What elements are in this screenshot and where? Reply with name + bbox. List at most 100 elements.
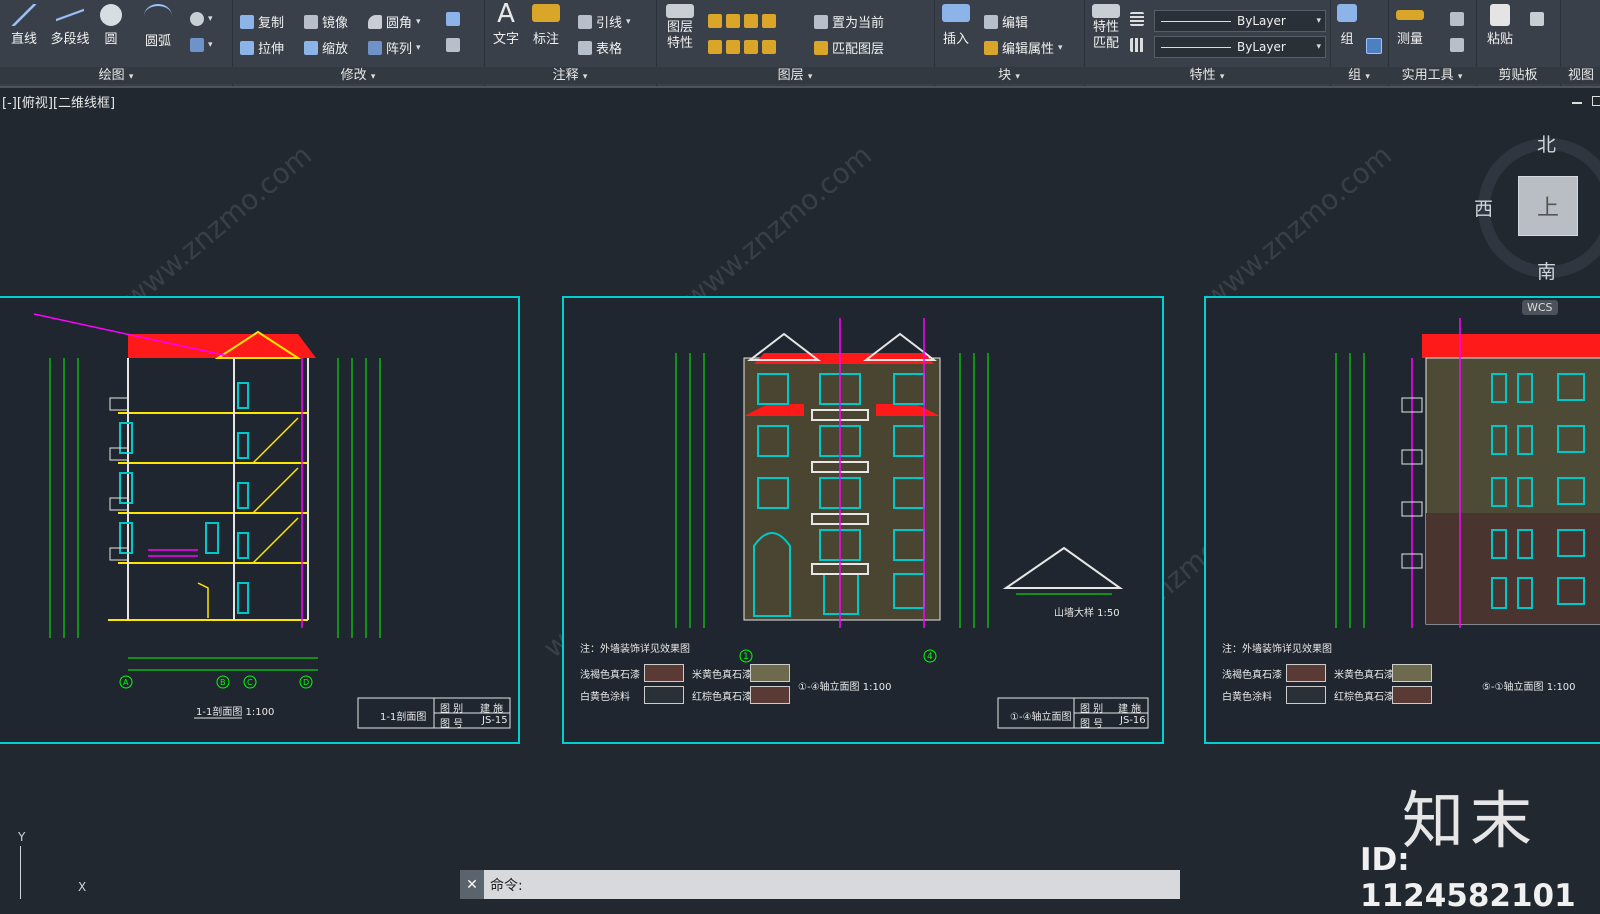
- insert-label: 插入: [942, 32, 969, 47]
- set-current-button[interactable]: 置为当前: [814, 12, 884, 31]
- utilities-panel: 测量 实用工具 ▾: [1388, 0, 1477, 86]
- insert-button[interactable]: 插入: [936, 4, 976, 47]
- drawing-sheet-elevation[interactable]: 1 4 注：外墙装饰详见效果图 浅褐色真石漆 米黄色真石漆 白黄色涂料 红棕色真石…: [562, 296, 1164, 744]
- match-layer-icon: [814, 40, 828, 55]
- mirror-icon: [304, 14, 318, 29]
- legend-swatch: [1392, 664, 1432, 682]
- viewport-controls[interactable]: [-][俯视][二维线框]: [2, 92, 115, 111]
- line-button[interactable]: 直线: [4, 4, 44, 47]
- arc-button[interactable]: 圆弧: [138, 4, 178, 49]
- viewcube-top-face[interactable]: 上: [1518, 176, 1578, 236]
- table-button[interactable]: 表格: [578, 38, 622, 57]
- offset-icon[interactable]: [446, 38, 460, 52]
- command-line[interactable]: ✕ 命令:: [460, 870, 1180, 899]
- legend-label: 浅褐色真石漆: [1222, 670, 1282, 681]
- svg-text:1: 1: [743, 652, 749, 662]
- draw-extra2-icon[interactable]: ▾: [190, 38, 213, 52]
- compass-north[interactable]: 北: [1537, 130, 1556, 157]
- draw-extra-icon[interactable]: ▾: [190, 12, 213, 26]
- group-select-icon[interactable]: [1366, 38, 1382, 54]
- group-button[interactable]: 组: [1330, 4, 1364, 47]
- lineweight-dropdown[interactable]: ByLayer ▾: [1154, 10, 1326, 32]
- circle-label: 圆: [104, 32, 118, 47]
- annotate-panel-title[interactable]: 注释 ▾: [484, 67, 656, 84]
- text-button[interactable]: A 文字: [486, 0, 526, 47]
- svg-text:C: C: [247, 678, 253, 687]
- compass-west[interactable]: 西: [1474, 194, 1493, 221]
- layers-panel-title[interactable]: 图层 ▾: [656, 67, 934, 84]
- array-button[interactable]: 阵列 ▾: [368, 38, 421, 57]
- utilities-panel-title[interactable]: 实用工具 ▾: [1388, 67, 1476, 84]
- elevation-note: 注：外墙装饰详见效果图: [580, 644, 690, 655]
- layer-properties-button[interactable]: 图层 特性: [660, 4, 700, 52]
- dimension-icon: [532, 4, 560, 22]
- copy-button[interactable]: 复制: [240, 12, 284, 31]
- layer-properties-label: 图层 特性: [666, 20, 693, 51]
- scale-icon: [304, 40, 318, 55]
- edit-attributes-label: 编辑属性: [1002, 42, 1055, 57]
- title-block-cell: 图 号: [440, 719, 464, 730]
- group-panel-title[interactable]: 组 ▾: [1330, 67, 1388, 84]
- set-current-label: 置为当前: [832, 16, 885, 31]
- fillet-label: 圆角: [386, 16, 413, 31]
- wcs-label: WCS: [1527, 301, 1553, 314]
- legend-swatch: [750, 686, 790, 704]
- view-panel-title[interactable]: 视图: [1560, 67, 1600, 84]
- svg-text:D: D: [303, 678, 309, 687]
- dimension-button[interactable]: 标注: [526, 4, 566, 47]
- group-icon: [1337, 4, 1357, 22]
- match-properties-button[interactable]: 特性 匹配: [1086, 4, 1126, 52]
- circle-button[interactable]: 圆: [96, 4, 126, 47]
- measure-icon: [1396, 10, 1424, 20]
- text-icon: A: [497, 0, 515, 29]
- draw-panel-title[interactable]: 绘图 ▾: [0, 67, 232, 84]
- linetype-icon[interactable]: [1130, 38, 1144, 52]
- clipboard-panel-title[interactable]: 剪贴板: [1476, 67, 1560, 84]
- fillet-button[interactable]: 圆角 ▾: [368, 12, 421, 31]
- block-title: 块: [998, 68, 1012, 83]
- paste-button[interactable]: 粘贴: [1480, 4, 1520, 47]
- draw-panel: 直线 多段线 圆 圆弧 ▾ ▾ 绘图 ▾: [0, 0, 233, 86]
- layer-tools-icons-1[interactable]: [708, 14, 776, 28]
- drawing-sheet-section[interactable]: A B C D 1-1剖面图 1:100 1-1剖面图 图 别 建 施 图 号 JS-…: [0, 296, 520, 744]
- wcs-menu[interactable]: WCS: [1522, 300, 1558, 315]
- viewport-restore-icon[interactable]: [1592, 96, 1600, 106]
- clipboard-title: 剪贴板: [1498, 68, 1538, 83]
- linetype-dropdown[interactable]: ByLayer ▾: [1154, 36, 1326, 58]
- viewport-minimize-icon[interactable]: [1572, 102, 1582, 104]
- annotate-panel: A 文字 标注 引线 ▾ 表格 注释 ▾: [484, 0, 657, 86]
- mirror-button[interactable]: 镜像: [304, 12, 348, 31]
- legend-label: 红棕色真石漆: [1334, 692, 1394, 703]
- copy-clip-icon[interactable]: [1530, 12, 1544, 26]
- title-block-cell: JS-16: [1120, 715, 1146, 726]
- measure-button[interactable]: 测量: [1390, 4, 1430, 47]
- properties-panel-title[interactable]: 特性 ▾: [1084, 67, 1330, 84]
- calculator-icon[interactable]: [1450, 38, 1464, 52]
- match-properties-icon: [1092, 4, 1120, 18]
- block-edit-button[interactable]: 编辑: [984, 12, 1028, 31]
- block-panel-title[interactable]: 块 ▾: [934, 67, 1084, 84]
- title-block-name: ①-④轴立面图: [1010, 712, 1072, 723]
- watermark: www.znzmo.com: [117, 138, 318, 314]
- point-icon[interactable]: [1450, 12, 1464, 26]
- close-command-icon[interactable]: ✕: [460, 870, 484, 899]
- legend-label: 白黄色涂料: [580, 692, 630, 703]
- stretch-button[interactable]: 拉伸: [240, 38, 284, 57]
- svg-text:4: 4: [927, 652, 933, 662]
- compass-south[interactable]: 南: [1537, 257, 1556, 284]
- scale-label: 缩放: [322, 42, 349, 57]
- modify-panel-title[interactable]: 修改 ▾: [232, 67, 484, 84]
- paste-label: 粘贴: [1486, 32, 1513, 47]
- scale-button[interactable]: 缩放: [304, 38, 348, 57]
- match-layer-button[interactable]: 匹配图层: [814, 38, 884, 57]
- edit-attributes-button[interactable]: 编辑属性 ▾: [984, 38, 1063, 57]
- drawing-sheet-side-elevation[interactable]: 注：外墙装饰详见效果图 浅褐色真石漆 米黄色真石漆 白黄色涂料 红棕色真石漆 ⑤…: [1204, 296, 1600, 744]
- utilities-title: 实用工具: [1401, 68, 1454, 83]
- view-panel: 视图: [1560, 0, 1600, 86]
- polyline-button[interactable]: 多段线: [48, 4, 92, 47]
- leader-button[interactable]: 引线 ▾: [578, 12, 631, 31]
- layer-tools-icons-2[interactable]: [708, 40, 776, 54]
- lineweight-icon[interactable]: [1130, 12, 1144, 26]
- explode-icon[interactable]: [446, 12, 460, 26]
- leader-icon: [578, 14, 592, 29]
